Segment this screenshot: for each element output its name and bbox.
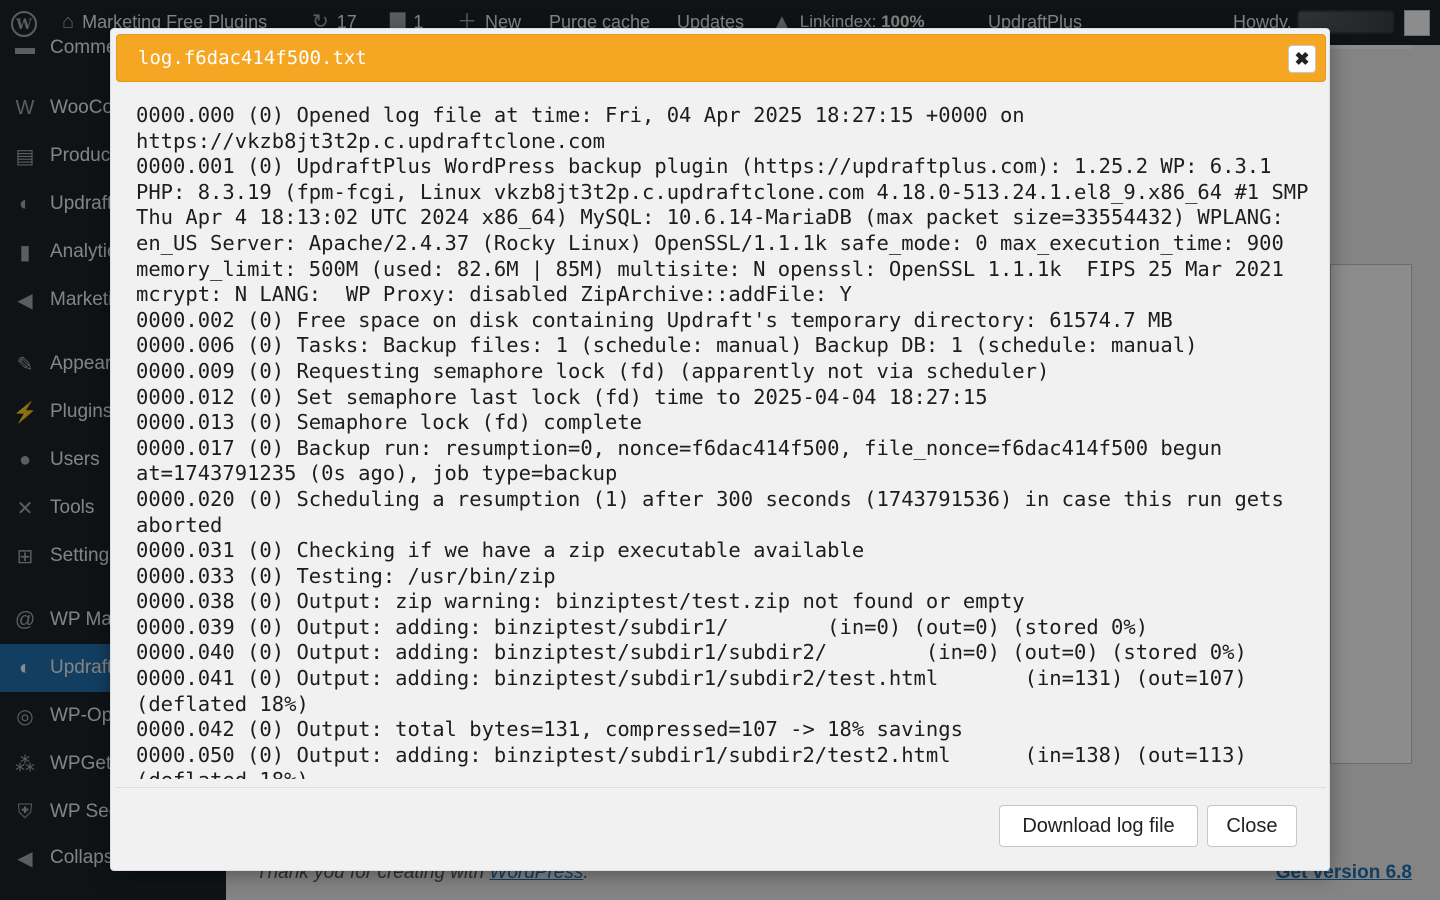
log-line: 0000.012 (0) Set semaphore last lock (fd… (136, 384, 988, 409)
close-button[interactable]: Close (1207, 805, 1297, 847)
log-line: https://vkzb8jt3t2p.c.updraftclone.com (136, 128, 605, 153)
log-line: 0000.013 (0) Semaphore lock (fd) complet… (136, 410, 643, 435)
log-line: 0000.033 (0) Testing: /usr/bin/zip (136, 563, 556, 588)
log-line: (deflated 18%) (136, 768, 1326, 779)
log-line: en_US Server: Apache/2.4.37 (Rocky Linux… (136, 230, 1284, 255)
log-line: at=1743791235 (0s ago), job type=backup (136, 461, 618, 486)
log-line: 0000.050 (0) Output: adding: binziptest/… (136, 742, 1247, 767)
log-line: (deflated 18%) (136, 691, 309, 716)
dialog-divider (116, 787, 1326, 788)
log-content[interactable]: 0000.000 (0) Opened log file at time: Fr… (116, 89, 1326, 779)
log-line: 0000.002 (0) Free space on disk containi… (136, 307, 1173, 332)
log-line: 0000.000 (0) Opened log file at time: Fr… (136, 103, 1025, 127)
dialog-close-icon[interactable]: ✖ (1288, 45, 1316, 73)
log-line: 0000.039 (0) Output: adding: binziptest/… (136, 614, 1149, 639)
log-line: 0000.020 (0) Scheduling a resumption (1)… (136, 486, 1284, 511)
log-line: 0000.017 (0) Backup run: resumption=0, n… (136, 435, 1223, 460)
log-line: mcrypt: N LANG: WP Proxy: disabled ZipAr… (136, 282, 852, 307)
log-line: aborted (136, 512, 223, 537)
log-line: 0000.042 (0) Output: total bytes=131, co… (136, 717, 963, 742)
log-line: 0000.041 (0) Output: adding: binziptest/… (136, 666, 1247, 691)
log-dialog: log.f6dac414f500.txt ✖ 0000.000 (0) Open… (110, 28, 1330, 871)
log-line: 0000.001 (0) UpdraftPlus WordPress backu… (136, 154, 1272, 179)
dialog-title: log.f6dac414f500.txt (138, 47, 367, 69)
download-log-button[interactable]: Download log file (999, 805, 1198, 847)
log-line: memory_limit: 500M (used: 82.6M | 85M) m… (136, 256, 1284, 281)
log-line: 0000.040 (0) Output: adding: binziptest/… (136, 640, 1247, 665)
log-line: 0000.031 (0) Checking if we have a zip e… (136, 538, 865, 563)
log-line: Thu Apr 4 18:13:02 UTC 2024 x86_64) MySQ… (136, 205, 1284, 230)
log-line: 0000.038 (0) Output: zip warning: binzip… (136, 589, 1025, 614)
log-line: 0000.009 (0) Requesting semaphore lock (… (136, 358, 1050, 383)
log-line: PHP: 8.3.19 (fpm-fcgi, Linux vkzb8jt3t2p… (136, 179, 1309, 204)
log-line: 0000.006 (0) Tasks: Backup files: 1 (sch… (136, 333, 1198, 358)
dialog-titlebar[interactable]: log.f6dac414f500.txt ✖ (116, 34, 1326, 82)
